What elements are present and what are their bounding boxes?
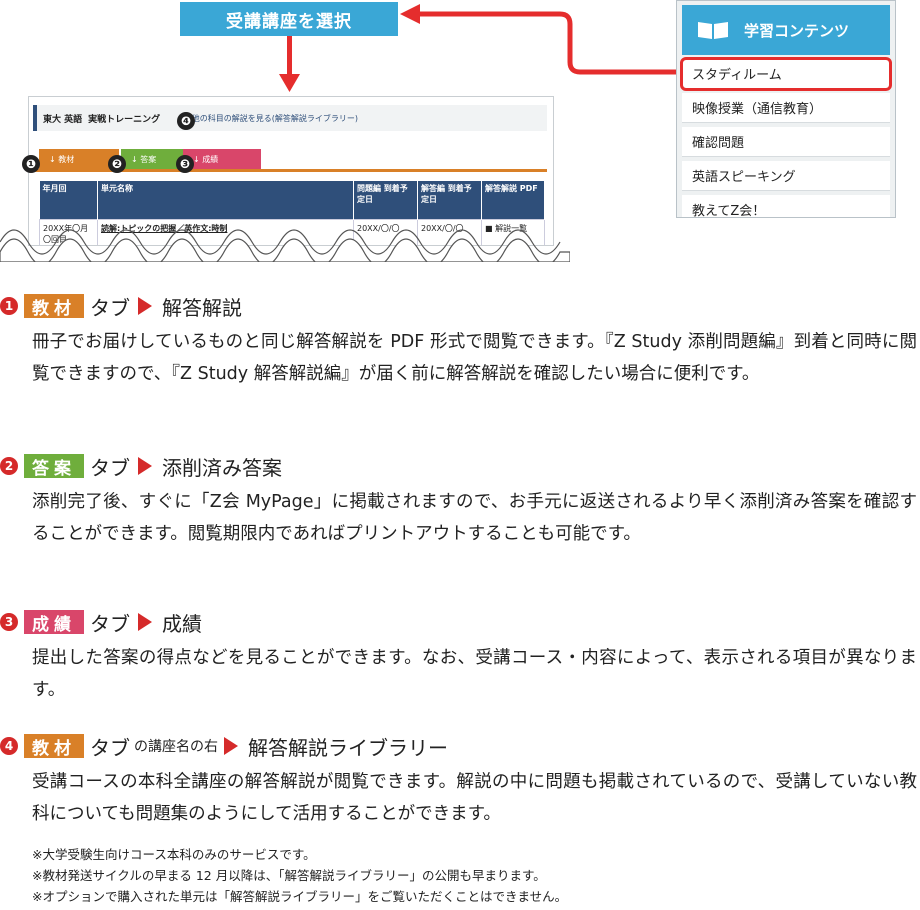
panel-header-label: 学習コンテンツ <box>744 21 850 40</box>
section-number: 1 <box>0 297 18 315</box>
tab-tag-materials: 教材 <box>24 734 84 759</box>
section-title: 成績 <box>162 611 202 636</box>
mock-tab-grades[interactable]: ↓ 成績 <box>183 149 261 169</box>
table-header-row: 年月回 単元名称 問題編 到着予定日 解答編 到着予定日 解答解説 PDF <box>39 181 545 219</box>
tab-word: タブ <box>90 295 130 320</box>
tab-word: タブ <box>90 611 130 636</box>
section-title: 解答解説ライブラリー <box>248 735 448 760</box>
panel-item-english-speaking[interactable]: 英語スピーキング <box>682 161 890 191</box>
tab-tag-grades: 成績 <box>24 610 84 635</box>
table-header: 問題編 到着予定日 <box>353 181 418 219</box>
section-number: 3 <box>0 613 18 631</box>
section-body: 受講コースの本科全講座の解答解説が閲覧できます。解説の中に問題も掲載されているの… <box>32 772 917 824</box>
mock-library-link[interactable]: ■他の科目の解説を見る(解答解説ライブラリー) <box>184 113 358 124</box>
section-body: 冊子でお届けしているものと同じ解答解説を PDF 形式で閲覧できます。『Z St… <box>32 332 917 384</box>
panel-header: 学習コンテンツ <box>682 5 890 55</box>
select-course-callout: 受講講座を選択 <box>180 2 398 36</box>
triangle-arrow-icon <box>138 457 152 475</box>
mock-tab-materials[interactable]: ↓ 教材 <box>39 149 119 169</box>
section-title: 解答解説 <box>162 295 242 320</box>
panel-item-review-questions[interactable]: 確認問題 <box>682 127 890 157</box>
section-answers: 2 答案 タブ 添削済み答案 添削完了後、すぐに「Z会 MyPage」に掲載され… <box>0 452 920 550</box>
table-header: 解答編 到着予定日 <box>417 181 482 219</box>
section-grades: 3 成績 タブ 成績 提出した答案の得点などを見ることができます。なお、受講コー… <box>0 608 920 706</box>
mock-course: 実戦トレーニング <box>88 114 161 125</box>
footnote: ※教材発送サイクルの早まる 12 月以降は、「解答解説ライブラリー」の公開も早ま… <box>32 868 546 883</box>
mock-course-title: 東大 英語 実戦トレーニング ■他の科目の解説を見る(解答解説ライブラリー) <box>33 105 547 131</box>
tab-tag-answers: 答案 <box>24 454 84 479</box>
triangle-arrow-icon <box>224 737 238 755</box>
section-library: 4 教材 タブ の講座名の右 解答解説ライブラリー 受講コースの本科全講座の解答… <box>0 732 920 830</box>
triangle-arrow-icon <box>138 613 152 631</box>
badge-3: ❸ <box>176 155 194 173</box>
section-number: 2 <box>0 457 18 475</box>
triangle-arrow-icon <box>138 297 152 315</box>
badge-1: ❶ <box>22 155 40 173</box>
footnotes: ※大学受験生向けコース本科のみのサービスです。 ※教材発送サイクルの早まる 12… <box>32 844 567 907</box>
section-materials: 1 教材 タブ 解答解説 冊子でお届けしているものと同じ解答解説を PDF 形式… <box>0 292 920 390</box>
tab-word: タブ <box>90 455 130 480</box>
badge-4: ❹ <box>177 112 195 130</box>
section-body: 添削完了後、すぐに「Z会 MyPage」に掲載されますので、お手元に返送されるよ… <box>32 492 917 544</box>
section-body: 提出した答案の得点などを見ることができます。なお、受講コース・内容によって、表示… <box>32 648 917 700</box>
learning-content-panel: 学習コンテンツ スタディルーム 映像授業（通信教育） 確認問題 英語スピーキング… <box>676 0 896 218</box>
footnote: ※オプションで購入された単元は「解答解説ライブラリー」をご覧いただくことはできま… <box>32 889 568 904</box>
tab-word: タブ <box>90 735 130 760</box>
table-header: 年月回 <box>39 181 98 219</box>
table-header: 単元名称 <box>97 181 354 219</box>
book-icon <box>696 19 730 41</box>
section-number: 4 <box>0 737 18 755</box>
table-header: 解答解説 PDF <box>481 181 545 219</box>
tab-tag-materials: 教材 <box>24 294 84 319</box>
panel-item-study-room[interactable]: スタディルーム <box>680 57 892 91</box>
panel-item-video-lessons[interactable]: 映像授業（通信教育） <box>682 93 890 123</box>
torn-edge <box>0 229 570 262</box>
tab-suffix: の講座名の右 <box>134 739 218 755</box>
mock-subject: 東大 英語 <box>43 114 83 125</box>
badge-2: ❷ <box>108 155 126 173</box>
panel-item-ask-z[interactable]: 教えてZ会！ <box>682 195 890 217</box>
footnote: ※大学受験生向けコース本科のみのサービスです。 <box>32 847 316 862</box>
section-title: 添削済み答案 <box>162 455 282 480</box>
